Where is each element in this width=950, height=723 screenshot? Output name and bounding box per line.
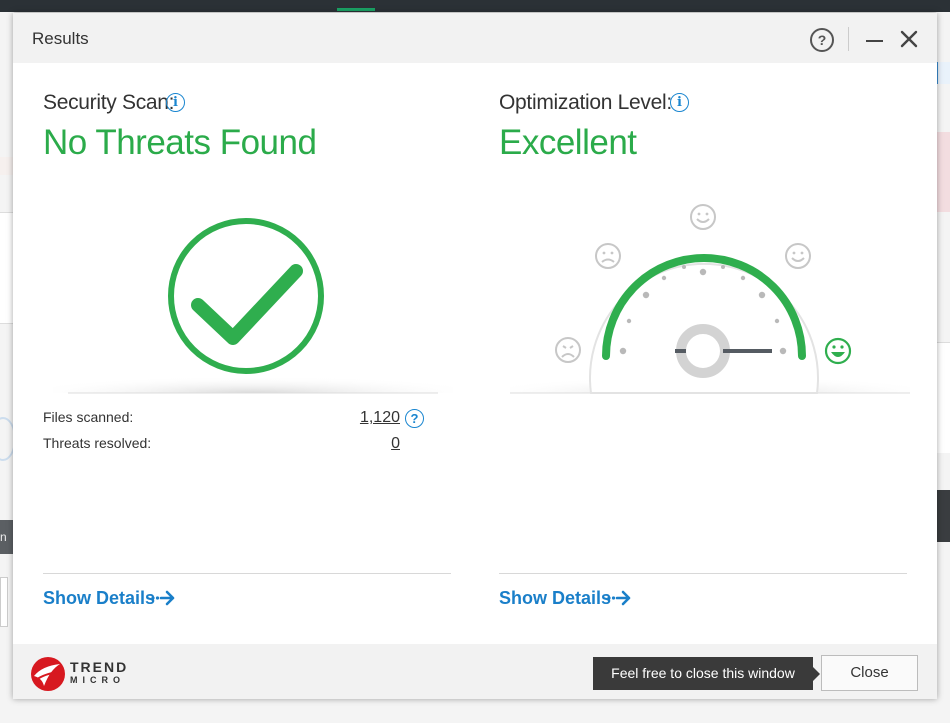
threats-resolved-value[interactable]: 0 [343, 435, 400, 453]
bg-bar-text: n [0, 530, 7, 544]
gauge-icon [555, 204, 852, 394]
help-icon[interactable]: ? [810, 28, 834, 52]
threats-resolved-label: Threats resolved: [43, 435, 152, 451]
security-show-details-link[interactable]: Show Details [43, 588, 155, 609]
files-scanned-help-icon[interactable]: ? [405, 409, 424, 428]
brand-bottom: MICRO [70, 675, 125, 685]
checkmark-icon [168, 218, 324, 374]
bg-darkbar [936, 490, 950, 542]
security-scan-heading: Security Scan: [43, 91, 175, 114]
brand-top: TREND [70, 659, 129, 675]
bg-pink [936, 132, 950, 212]
trend-micro-logo [31, 657, 65, 691]
optimization-heading: Optimization Level: [499, 91, 672, 114]
security-status: No Threats Found [43, 123, 317, 162]
files-scanned-label: Files scanned: [43, 409, 134, 425]
titlebar-separator [848, 27, 849, 51]
security-divider [43, 573, 451, 574]
close-button[interactable]: Close [821, 655, 918, 691]
optimization-info-icon[interactable]: i [670, 93, 689, 112]
title-bar: Results ? [13, 13, 937, 63]
background-right-panel [936, 12, 950, 723]
bg-darkbar: n [0, 520, 14, 554]
dotted-arrow-icon[interactable] [151, 589, 177, 607]
optimization-status: Excellent [499, 123, 637, 162]
background-app-topbar [0, 0, 950, 12]
background-tab-indicator [337, 8, 375, 11]
dotted-arrow-icon[interactable] [607, 589, 633, 607]
files-scanned-value[interactable]: 1,120 [343, 409, 400, 427]
bg-document [0, 212, 14, 324]
close-tooltip: Feel free to close this window [593, 657, 813, 690]
bg-document [936, 342, 950, 453]
background-left-panel: n [0, 12, 16, 723]
optimization-show-details-link[interactable]: Show Details [499, 588, 611, 609]
bg-block [0, 157, 14, 175]
security-info-icon[interactable]: i [166, 93, 185, 112]
background-bottom [0, 699, 950, 723]
window-title: Results [32, 29, 89, 48]
bg-blue [936, 62, 950, 84]
minimize-icon[interactable] [866, 40, 883, 42]
optimization-divider [499, 573, 907, 574]
bg-box [0, 577, 8, 627]
results-dialog: Results ? Security Scan: i No Threats Fo… [13, 13, 937, 699]
close-icon[interactable] [897, 27, 921, 51]
tooltip-arrow [812, 666, 820, 682]
